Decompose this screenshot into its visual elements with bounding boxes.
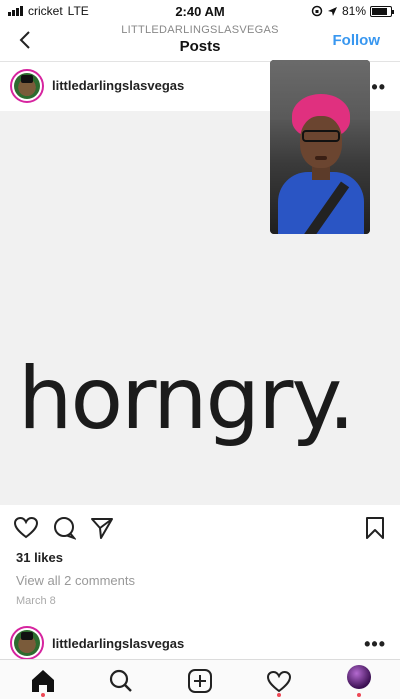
next-post-header: littledarlingslasvegas •••	[0, 624, 400, 662]
post-actions	[0, 512, 400, 544]
post-image-text: horngry.	[18, 349, 355, 449]
post-date: March 8	[16, 595, 56, 607]
tab-bar	[0, 659, 400, 699]
orientation-lock-icon	[311, 5, 323, 17]
likes-count[interactable]: 31 likes	[16, 550, 63, 565]
status-bar: cricket LTE 2:40 AM 81%	[0, 0, 400, 22]
avatar[interactable]	[347, 665, 371, 689]
battery-icon	[370, 5, 394, 17]
notification-dot	[357, 693, 361, 697]
search-icon[interactable]	[106, 666, 136, 696]
heart-icon[interactable]	[13, 516, 39, 540]
video-overlay[interactable]	[270, 60, 370, 234]
avatar[interactable]	[10, 626, 44, 660]
post-username[interactable]: littledarlingslasvegas	[52, 78, 184, 93]
plus-square-icon[interactable]	[185, 666, 215, 696]
home-icon[interactable]	[28, 666, 58, 696]
status-right: 81%	[311, 4, 394, 18]
notification-dot	[41, 693, 45, 697]
more-options-icon[interactable]: •••	[364, 634, 386, 655]
follow-button[interactable]: Follow	[333, 32, 381, 49]
avatar[interactable]	[10, 69, 44, 103]
heart-icon[interactable]	[264, 666, 294, 696]
bookmark-icon[interactable]	[364, 516, 386, 540]
send-icon[interactable]	[90, 516, 114, 540]
location-icon	[327, 6, 337, 16]
comment-icon[interactable]	[52, 516, 76, 540]
post-username[interactable]: littledarlingslasvegas	[52, 636, 184, 651]
notification-dot	[277, 693, 281, 697]
nav-header: LITTLEDARLINGSLASVEGAS Posts Follow	[0, 22, 400, 62]
battery-percent: 81%	[341, 4, 366, 18]
view-comments-link[interactable]: View all 2 comments	[16, 573, 135, 588]
